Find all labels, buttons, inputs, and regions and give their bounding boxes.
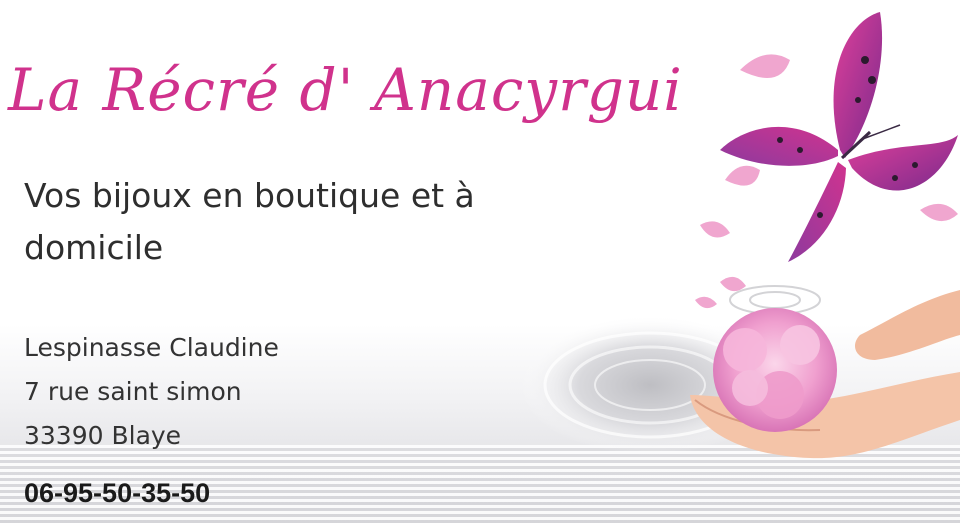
decorative-illustration [520, 12, 960, 459]
tagline: Vos bijoux en boutique et à domicile [24, 176, 475, 267]
butterfly-icon [720, 12, 958, 262]
cupped-hands-icon [690, 290, 960, 459]
phone-number: 06-95-50-35-50 [24, 478, 211, 508]
contact-name: Lespinasse Claudine [24, 333, 279, 362]
contact-city: 33390 Blaye [24, 421, 182, 450]
business-card: La Récré d' Anacyrgui Vos bijoux en bout… [0, 0, 960, 523]
contact-address: Lespinasse Claudine 7 rue saint simon 33… [24, 326, 279, 458]
contact-street: 7 rue saint simon [24, 377, 242, 406]
